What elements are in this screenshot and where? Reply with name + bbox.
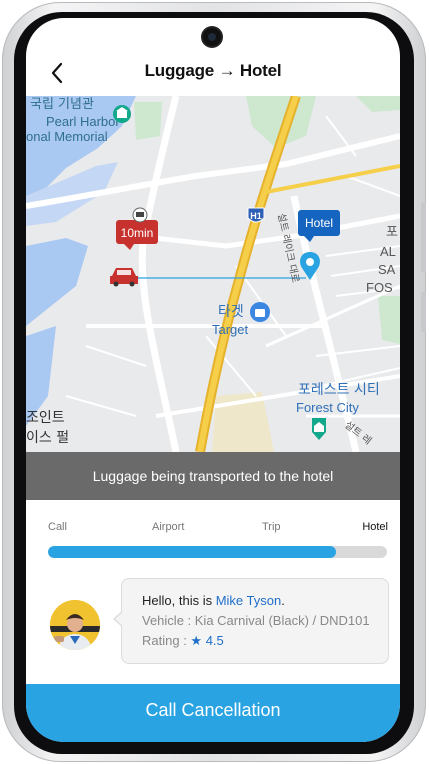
side-button	[421, 292, 426, 332]
driver-info-card: Hello, this is Mike Tyson. Vehicle : Kia…	[113, 578, 389, 664]
map-road	[138, 96, 180, 452]
park-area	[378, 296, 400, 344]
map-label: 국립 기념관	[30, 97, 94, 112]
map-label: onal Memorial	[26, 129, 108, 144]
vehicle-label: Vehicle :	[142, 613, 195, 628]
page-title: Luggage → Hotel	[144, 61, 282, 80]
map-view[interactable]: 국립 기념관 Pearl Harbor onal Memorial H1 설트 …	[26, 96, 400, 452]
progress-bar	[48, 546, 387, 558]
map-label: 설트 레	[342, 419, 374, 447]
highway-shield-icon: H1	[247, 207, 265, 223]
transport-status-banner: Luggage being transported to the hotel	[26, 452, 400, 500]
map-label: Forest City	[296, 400, 359, 415]
map-label: 타겟	[218, 304, 244, 320]
star-icon: ★	[190, 633, 203, 648]
step-label-trip: Trip	[262, 521, 281, 533]
map-label: Target	[212, 322, 249, 337]
map-label: SA	[378, 262, 396, 277]
map-road	[135, 213, 400, 249]
park-area	[356, 96, 400, 112]
side-button	[421, 202, 426, 272]
step-label-call: Call	[48, 521, 67, 533]
car-icon	[110, 268, 138, 287]
eta-label: 10min	[121, 226, 154, 240]
step-label-hotel: Hotel	[362, 521, 388, 533]
map-label: Pearl Harbor	[46, 114, 120, 129]
progress-fill	[48, 546, 337, 558]
park-area	[134, 102, 162, 140]
front-camera	[203, 28, 221, 46]
step-label-airport: Airport	[152, 521, 185, 533]
shopping-icon	[250, 302, 270, 322]
map-label: 이스 펄	[26, 430, 69, 446]
rating-info: Rating : ★ 4.5	[142, 633, 224, 649]
svg-text:H1: H1	[250, 211, 262, 221]
map-label: FOS	[366, 280, 393, 295]
rating-label: Rating :	[142, 633, 191, 648]
location-pin-icon	[300, 252, 320, 280]
driver-photo	[50, 600, 100, 650]
housing-icon	[312, 418, 326, 440]
map-label: AL	[380, 244, 396, 259]
progress-steps: Call Airport Trip Hotel	[48, 521, 388, 537]
map-label: 조인트	[26, 410, 65, 426]
museum-icon	[113, 105, 131, 123]
greeting-text: Hello, this is	[142, 593, 216, 608]
hotel-label: Hotel	[305, 216, 333, 230]
street-grid	[65, 115, 400, 417]
vehicle-value: Kia Carnival (Black) / DND101	[194, 613, 370, 628]
map-label: 포	[386, 225, 398, 240]
screen: Luggage → Hotel 국립 기념관 Pearl Harbor onal…	[26, 18, 400, 742]
app-header: Luggage → Hotel	[26, 54, 400, 94]
map-canvas: 국립 기념관 Pearl Harbor onal Memorial H1 설트 …	[26, 96, 400, 452]
vehicle-info: Vehicle : Kia Carnival (Black) / DND101	[142, 613, 370, 628]
map-label: 포레스트 시티	[298, 382, 380, 398]
rating-value: 4.5	[205, 633, 224, 648]
greeting-suffix: .	[281, 593, 285, 608]
call-cancellation-label: Call Cancellation	[145, 699, 281, 720]
driver-name: Mike Tyson	[215, 593, 282, 608]
harbor-water	[26, 238, 88, 326]
call-cancellation-button[interactable]: Call Cancellation	[26, 684, 400, 742]
driver-avatar	[50, 600, 100, 650]
driver-greeting: Hello, this is Mike Tyson.	[142, 593, 285, 608]
status-text: Luggage being transported to the hotel	[92, 468, 334, 484]
